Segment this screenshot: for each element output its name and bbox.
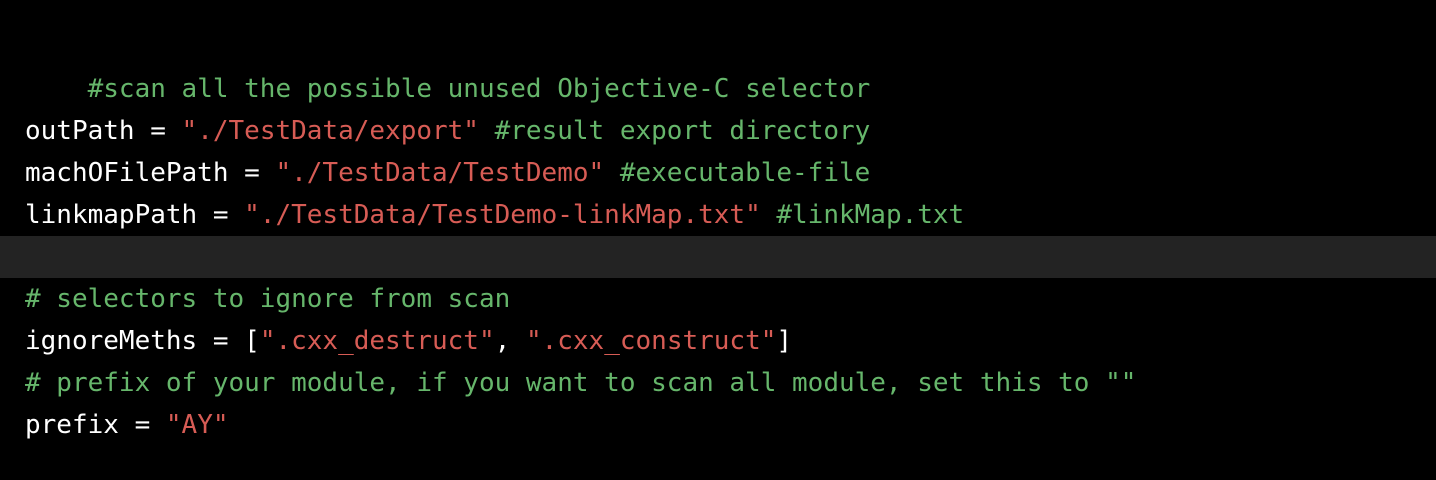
code-line-1: #scan all the possible unused Objective-… xyxy=(0,26,1436,104)
code-editor[interactable]: #scan all the possible unused Objective-… xyxy=(0,0,1436,480)
code-comment: # prefix of your module, if you want to … xyxy=(25,368,1137,398)
code-line-4: machOFilePath = "./TestData/TestDemo" #e… xyxy=(0,152,1436,194)
code-text: linkmapPath = xyxy=(25,200,245,230)
code-string: "./TestData/export" xyxy=(181,116,479,146)
code-comment: #executable-file xyxy=(619,158,871,188)
code-line-9: # prefix of your module, if you want to … xyxy=(0,362,1436,404)
code-text: ignoreMeths = [ xyxy=(25,326,260,356)
code-text: outPath = xyxy=(25,116,182,146)
code-text: machOFilePath = xyxy=(25,158,276,188)
code-string: ".cxx_construct" xyxy=(525,326,777,356)
code-string: "AY" xyxy=(165,410,229,440)
code-line-10: prefix = "AY" xyxy=(0,404,1436,446)
code-text: prefix = xyxy=(25,410,166,440)
code-line-8: ignoreMeths = [".cxx_destruct", ".cxx_co… xyxy=(0,320,1436,362)
code-comment: #result export directory xyxy=(494,116,871,146)
code-text: , xyxy=(494,326,526,356)
code-string: "./TestData/TestDemo" xyxy=(275,158,605,188)
code-comment: #linkMap.txt xyxy=(776,200,965,230)
current-line-highlight xyxy=(0,236,1436,278)
code-line-3: outPath = "./TestData/export" #result ex… xyxy=(0,110,1436,152)
code-line-5: linkmapPath = "./TestData/TestDemo-linkM… xyxy=(0,194,1436,236)
code-string: "./TestData/TestDemo-linkMap.txt" xyxy=(244,200,761,230)
code-string: ".cxx_destruct" xyxy=(259,326,495,356)
code-line-7: # selectors to ignore from scan xyxy=(0,278,1436,320)
code-comment: # selectors to ignore from scan xyxy=(25,284,511,314)
code-text: ] xyxy=(776,326,793,356)
